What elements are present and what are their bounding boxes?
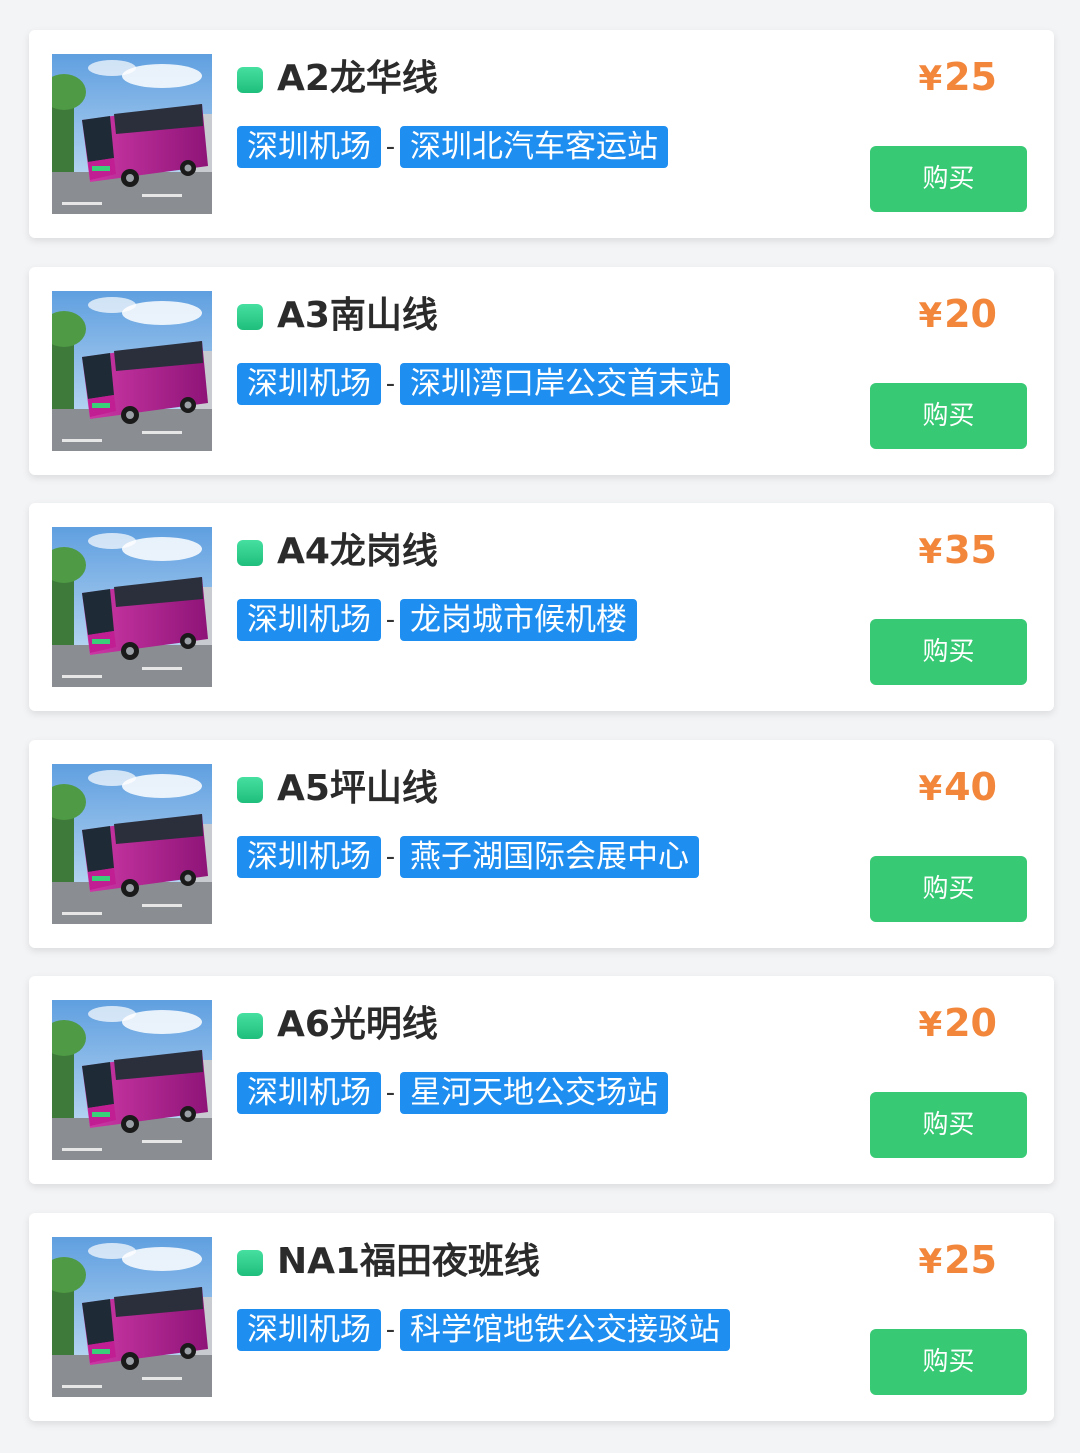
stop-separator: - <box>385 842 396 872</box>
route-card-2[interactable]: A4龙岗线 深圳机场 - 龙岗城市候机楼 ¥35 购买 <box>29 503 1054 711</box>
stop-separator: - <box>385 1078 396 1108</box>
buy-button[interactable]: 购买 <box>870 619 1027 685</box>
price-value: 40 <box>944 765 997 809</box>
route-stops: 深圳机场 - 科学馆地铁公交接驳站 <box>237 1309 730 1351</box>
route-price: ¥25 <box>918 1235 997 1287</box>
bus-photo <box>52 1000 212 1160</box>
buy-button[interactable]: 购买 <box>870 1092 1027 1158</box>
origin-stop-tag: 深圳机场 <box>237 836 381 878</box>
route-indicator-icon <box>237 1013 263 1039</box>
route-stops: 深圳机场 - 燕子湖国际会展中心 <box>237 836 699 878</box>
destination-stop-tag: 燕子湖国际会展中心 <box>400 836 699 878</box>
route-price: ¥35 <box>918 525 997 577</box>
destination-stop-tag: 龙岗城市候机楼 <box>400 599 637 641</box>
destination-stop-tag: 星河天地公交场站 <box>400 1072 668 1114</box>
route-card-3[interactable]: A5坪山线 深圳机场 - 燕子湖国际会展中心 ¥40 购买 <box>29 740 1054 948</box>
currency-symbol: ¥ <box>918 769 943 809</box>
route-indicator-icon <box>237 304 263 330</box>
route-name: A5坪山线 <box>277 768 438 809</box>
price-value: 25 <box>944 1238 997 1282</box>
route-name: A6光明线 <box>277 1004 438 1045</box>
bus-photo <box>52 291 212 451</box>
route-name: NA1福田夜班线 <box>277 1241 541 1282</box>
route-card-5[interactable]: NA1福田夜班线 深圳机场 - 科学馆地铁公交接驳站 ¥25 购买 <box>29 1213 1054 1421</box>
origin-stop-tag: 深圳机场 <box>237 1072 381 1114</box>
buy-button[interactable]: 购买 <box>870 1329 1027 1395</box>
origin-stop-tag: 深圳机场 <box>237 1309 381 1351</box>
origin-stop-tag: 深圳机场 <box>237 599 381 641</box>
buy-button[interactable]: 购买 <box>870 856 1027 922</box>
destination-stop-tag: 科学馆地铁公交接驳站 <box>400 1309 730 1351</box>
route-card-4[interactable]: A6光明线 深圳机场 - 星河天地公交场站 ¥20 购买 <box>29 976 1054 1184</box>
destination-stop-tag: 深圳北汽车客运站 <box>400 126 668 168</box>
price-value: 35 <box>944 528 997 572</box>
currency-symbol: ¥ <box>918 532 943 572</box>
route-price: ¥25 <box>918 52 997 104</box>
currency-symbol: ¥ <box>918 1242 943 1282</box>
stop-separator: - <box>385 132 396 162</box>
route-card-0[interactable]: A2龙华线 深圳机场 - 深圳北汽车客运站 ¥25 购买 <box>29 30 1054 238</box>
route-name: A4龙岗线 <box>277 531 438 572</box>
stop-separator: - <box>385 369 396 399</box>
route-name: A2龙华线 <box>277 58 438 99</box>
currency-symbol: ¥ <box>918 296 943 336</box>
stop-separator: - <box>385 1315 396 1345</box>
route-indicator-icon <box>237 67 263 93</box>
route-price: ¥40 <box>918 762 997 814</box>
route-card-1[interactable]: A3南山线 深圳机场 - 深圳湾口岸公交首末站 ¥20 购买 <box>29 267 1054 475</box>
price-value: 25 <box>944 55 997 99</box>
origin-stop-tag: 深圳机场 <box>237 363 381 405</box>
route-indicator-icon <box>237 540 263 566</box>
origin-stop-tag: 深圳机场 <box>237 126 381 168</box>
price-value: 20 <box>944 292 997 336</box>
route-indicator-icon <box>237 777 263 803</box>
route-name: A3南山线 <box>277 295 438 336</box>
route-indicator-icon <box>237 1250 263 1276</box>
price-value: 20 <box>944 1001 997 1045</box>
route-stops: 深圳机场 - 龙岗城市候机楼 <box>237 599 637 641</box>
route-price: ¥20 <box>918 289 997 341</box>
buy-button[interactable]: 购买 <box>870 383 1027 449</box>
buy-button[interactable]: 购买 <box>870 146 1027 212</box>
currency-symbol: ¥ <box>918 1005 943 1045</box>
bus-photo <box>52 527 212 687</box>
bus-photo <box>52 54 212 214</box>
destination-stop-tag: 深圳湾口岸公交首末站 <box>400 363 730 405</box>
route-price: ¥20 <box>918 998 997 1050</box>
route-stops: 深圳机场 - 深圳北汽车客运站 <box>237 126 668 168</box>
stop-separator: - <box>385 605 396 635</box>
bus-photo <box>52 1237 212 1397</box>
currency-symbol: ¥ <box>918 59 943 99</box>
route-list: A2龙华线 深圳机场 - 深圳北汽车客运站 ¥25 购买 A3南山线 深圳机场 … <box>0 0 1080 1453</box>
route-stops: 深圳机场 - 星河天地公交场站 <box>237 1072 668 1114</box>
route-stops: 深圳机场 - 深圳湾口岸公交首末站 <box>237 363 730 405</box>
bus-photo <box>52 764 212 924</box>
